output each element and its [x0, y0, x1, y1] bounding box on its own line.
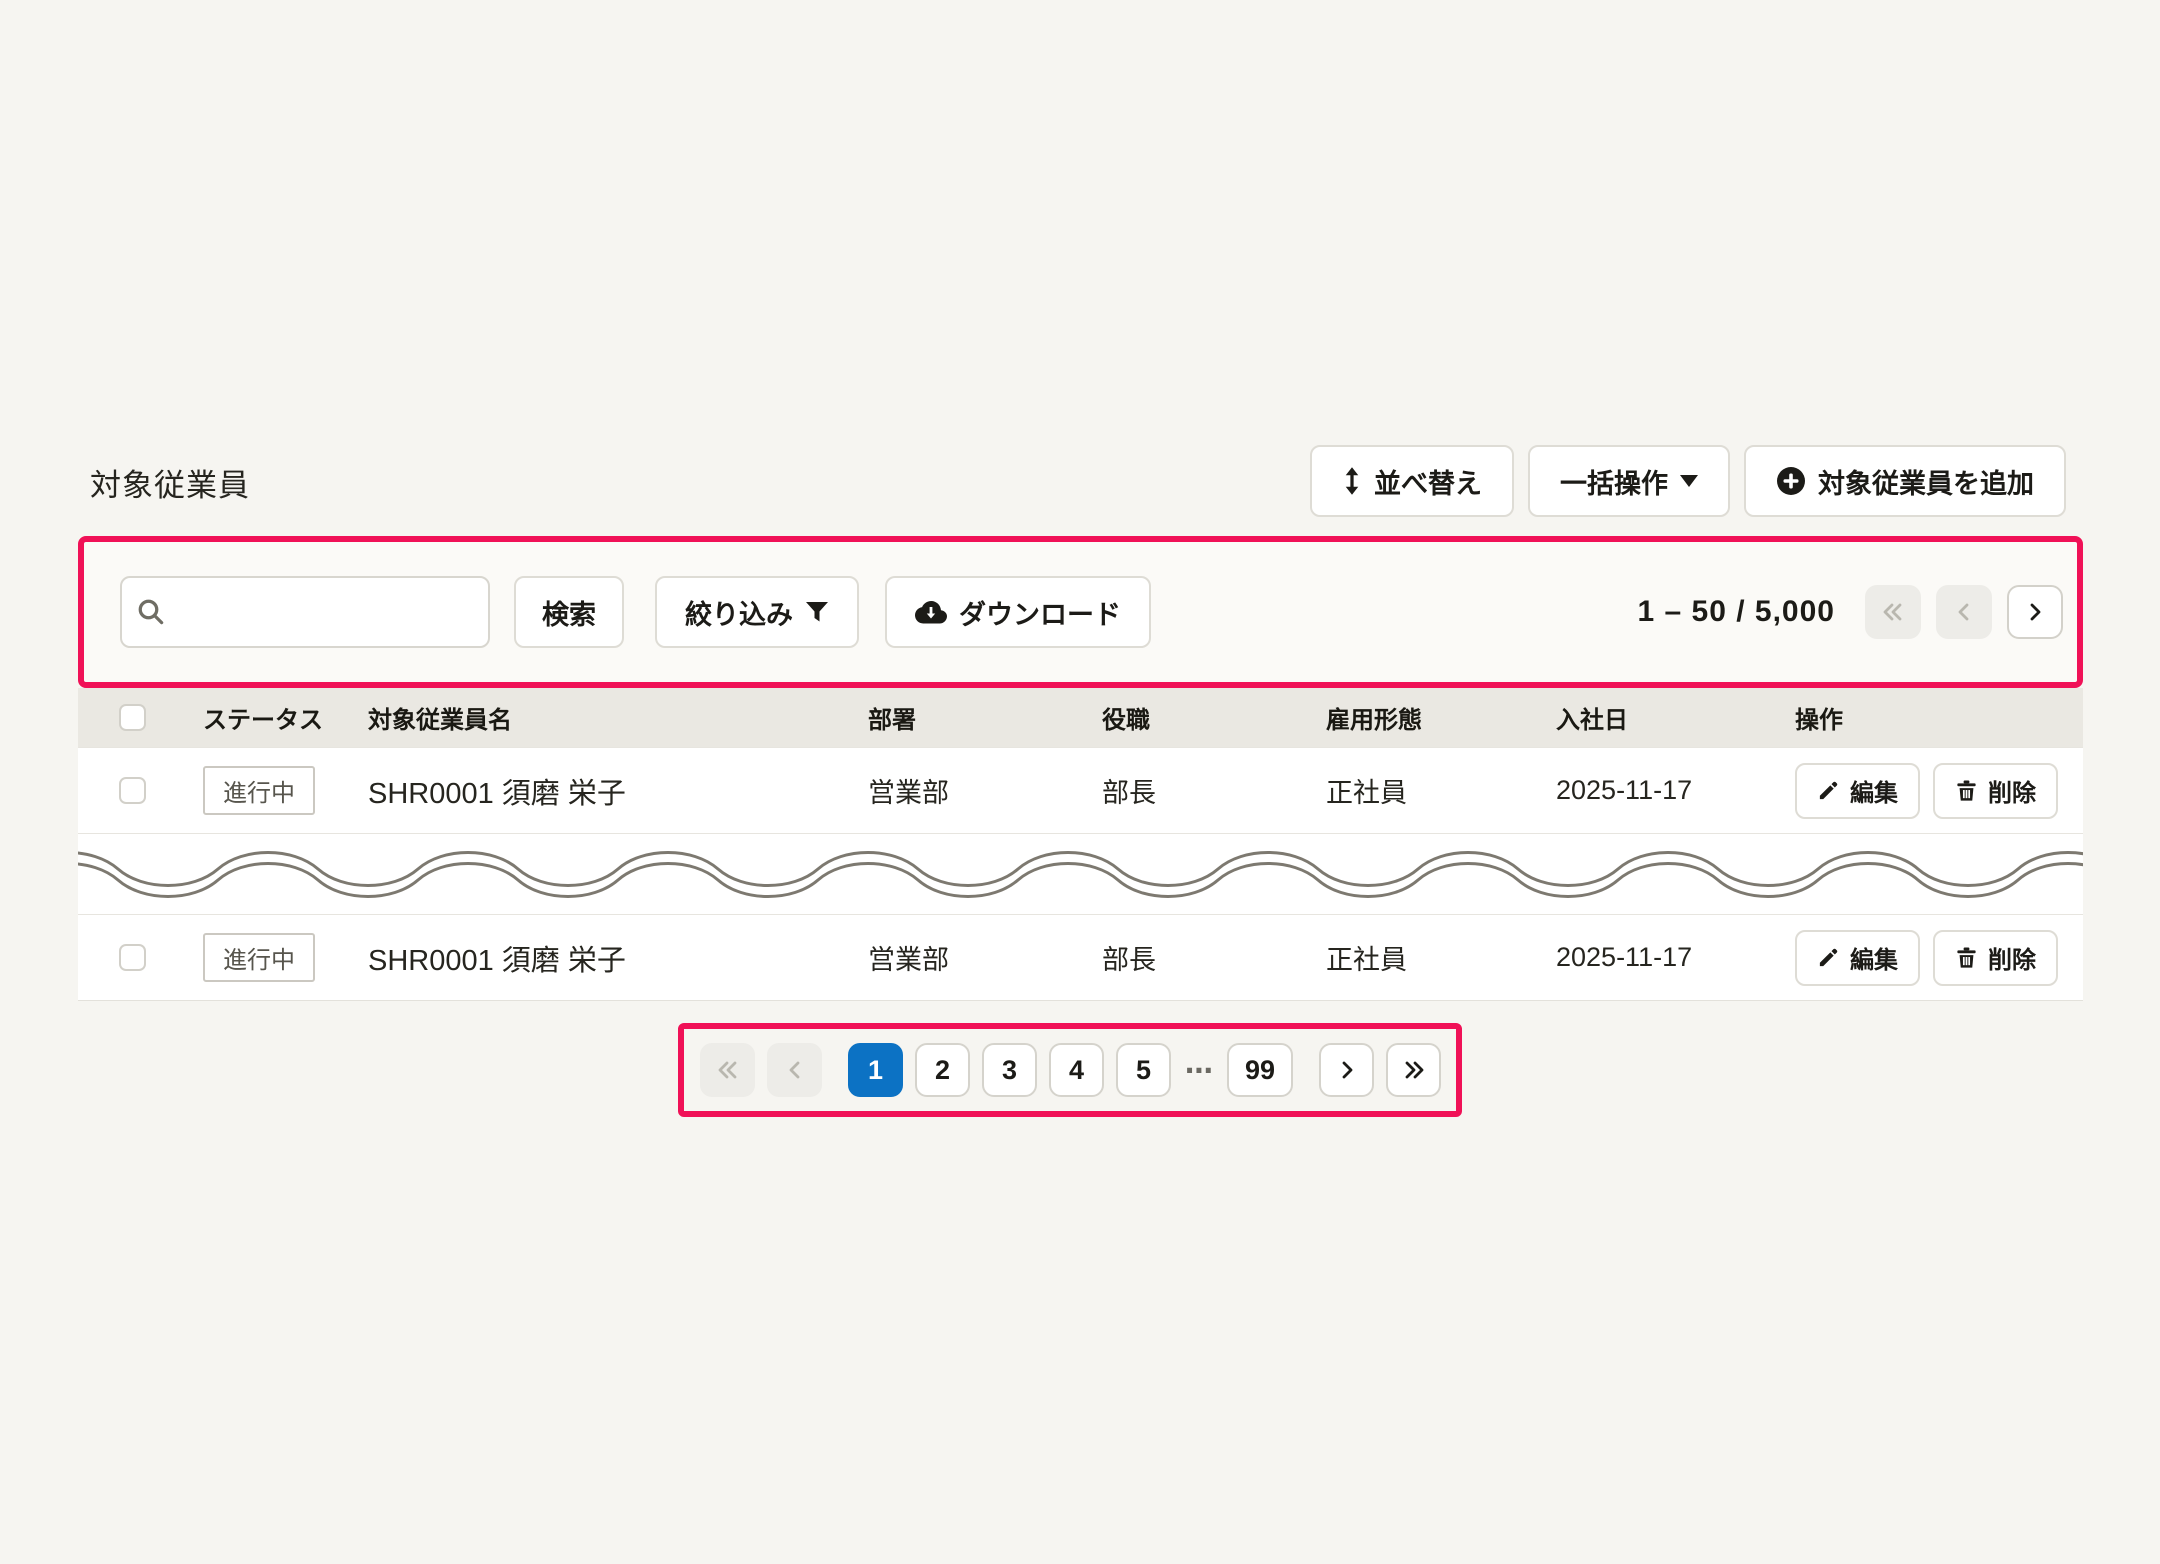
download-button-label: ダウンロード — [959, 593, 1121, 632]
sort-button-label: 並べ替え — [1374, 462, 1482, 501]
bottom-pagination-frame: 1 2 3 4 5 ⋯ 99 — [678, 1023, 1462, 1117]
previous-page-button[interactable] — [767, 1043, 822, 1097]
pagination-ellipsis: ⋯ — [1183, 1054, 1215, 1087]
plus-circle-icon — [1776, 466, 1806, 496]
pagination-range: 1 – 50 / 5,000 — [1638, 595, 1836, 629]
employee-name: SHR0001 須磨 栄子 — [368, 770, 868, 812]
row-checkbox[interactable] — [119, 944, 146, 971]
cloud-download-icon — [915, 600, 947, 624]
next-page-button[interactable] — [1319, 1043, 1374, 1097]
employee-position: 部長 — [1102, 938, 1326, 977]
header-status: ステータス — [203, 700, 368, 735]
table-row: 進行中 SHR0001 須磨 栄子 営業部 部長 正社員 2025-11-17 … — [78, 914, 2083, 1000]
employee-position: 部長 — [1102, 771, 1326, 810]
filter-button[interactable]: 絞り込み — [655, 576, 859, 648]
table-header-row: ステータス 対象従業員名 部署 役職 雇用形態 入社日 操作 — [78, 688, 2083, 747]
bulk-actions-button[interactable]: 一括操作 — [1528, 445, 1730, 517]
page-button-5[interactable]: 5 — [1116, 1043, 1171, 1097]
last-page-button[interactable] — [1386, 1043, 1441, 1097]
add-employee-label: 対象従業員を追加 — [1818, 462, 2034, 501]
page-button-99[interactable]: 99 — [1227, 1043, 1293, 1097]
search-input[interactable] — [120, 576, 490, 648]
toolbar: 検索 絞り込み ダウンロード — [84, 542, 2077, 682]
pencil-icon — [1817, 779, 1840, 802]
status-badge: 進行中 — [203, 933, 315, 982]
employee-name: SHR0001 須磨 栄子 — [368, 937, 868, 979]
delete-button[interactable]: 削除 — [1933, 930, 2058, 986]
search-submit-button[interactable]: 検索 — [514, 576, 624, 648]
sort-icon — [1342, 467, 1362, 495]
trash-icon — [1955, 946, 1978, 969]
search-box — [120, 576, 490, 648]
row-checkbox[interactable] — [119, 777, 146, 804]
header-department: 部署 — [868, 700, 1102, 735]
page-button-4[interactable]: 4 — [1049, 1043, 1104, 1097]
first-page-button[interactable] — [1865, 585, 1921, 639]
employee-table: ステータス 対象従業員名 部署 役職 雇用形態 入社日 操作 進行中 SHR00… — [78, 688, 2083, 1001]
bulk-actions-label: 一括操作 — [1560, 462, 1668, 501]
caret-down-icon — [1680, 475, 1698, 487]
table-row: 進行中 SHR0001 須磨 栄子 営業部 部長 正社員 2025-11-17 … — [78, 747, 2083, 833]
edit-button[interactable]: 編集 — [1795, 763, 1920, 819]
employee-employment-type: 正社員 — [1326, 938, 1556, 977]
delete-button-label: 削除 — [1988, 773, 2036, 808]
truncation-wave-divider — [78, 833, 2083, 914]
funnel-icon — [805, 600, 829, 624]
header-operations: 操作 — [1795, 700, 2083, 735]
pencil-icon — [1817, 946, 1840, 969]
download-button[interactable]: ダウンロード — [885, 576, 1151, 648]
edit-button-label: 編集 — [1850, 773, 1898, 808]
header-position: 役職 — [1102, 700, 1326, 735]
page-button-3[interactable]: 3 — [982, 1043, 1037, 1097]
search-submit-label: 検索 — [542, 593, 596, 632]
add-employee-button[interactable]: 対象従業員を追加 — [1744, 445, 2066, 517]
edit-button[interactable]: 編集 — [1795, 930, 1920, 986]
employee-employment-type: 正社員 — [1326, 771, 1556, 810]
first-page-button[interactable] — [700, 1043, 755, 1097]
employee-joined-date: 2025-11-17 — [1556, 775, 1795, 806]
status-badge: 進行中 — [203, 766, 315, 815]
header-employment-type: 雇用形態 — [1326, 700, 1556, 735]
employee-joined-date: 2025-11-17 — [1556, 942, 1795, 973]
sort-button[interactable]: 並べ替え — [1310, 445, 1514, 517]
page-button-2[interactable]: 2 — [915, 1043, 970, 1097]
top-actions: 並べ替え 一括操作 対象従業員を追加 — [1310, 445, 2066, 517]
delete-button[interactable]: 削除 — [1933, 763, 2058, 819]
trash-icon — [1955, 779, 1978, 802]
employee-list-page: 対象従業員 並べ替え 一括操作 対象従 — [0, 0, 2160, 1564]
employee-department: 営業部 — [868, 938, 1102, 977]
employee-department: 営業部 — [868, 771, 1102, 810]
header-name: 対象従業員名 — [368, 700, 868, 735]
page-button-1[interactable]: 1 — [848, 1043, 903, 1097]
filter-button-label: 絞り込み — [685, 593, 793, 632]
page-title: 対象従業員 — [90, 460, 250, 505]
header-joined-date: 入社日 — [1556, 700, 1795, 735]
select-all-checkbox[interactable] — [119, 704, 146, 731]
delete-button-label: 削除 — [1988, 940, 2036, 975]
next-page-button[interactable] — [2007, 585, 2063, 639]
edit-button-label: 編集 — [1850, 940, 1898, 975]
previous-page-button[interactable] — [1936, 585, 1992, 639]
toolbar-highlight-frame: 検索 絞り込み ダウンロード — [78, 536, 2083, 688]
